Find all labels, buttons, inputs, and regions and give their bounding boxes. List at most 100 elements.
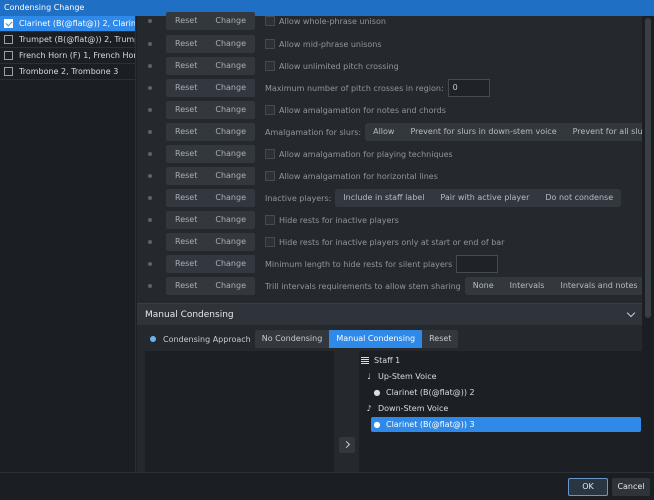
instrument-checkbox[interactable] <box>4 67 13 76</box>
ok-button[interactable]: OK <box>568 478 608 496</box>
row-indicator <box>148 42 152 46</box>
change-button[interactable]: Change <box>206 35 255 53</box>
tree-label: Up-Stem Voice <box>378 372 437 381</box>
approach-reset[interactable]: Reset <box>422 330 458 348</box>
reset-button[interactable]: Reset <box>166 145 206 163</box>
change-button[interactable]: Change <box>206 101 255 119</box>
reset-button[interactable]: Reset <box>166 35 206 53</box>
reset-button[interactable]: Reset <box>166 167 206 185</box>
option-row: Reset Change Hide rests for inactive play… <box>137 209 642 231</box>
scrollbar[interactable] <box>642 16 654 472</box>
reset-button[interactable]: Reset <box>166 123 206 141</box>
change-button[interactable]: Change <box>206 79 255 97</box>
row-indicator <box>148 152 152 156</box>
tree-down-voice[interactable]: ♪ Down-Stem Voice <box>365 401 448 416</box>
instrument-checkbox[interactable] <box>4 35 13 44</box>
instrument-checkbox[interactable] <box>4 51 13 60</box>
tree-up-voice[interactable]: ♩ Up-Stem Voice <box>365 369 437 384</box>
tree-staff[interactable]: Staff 1 <box>361 353 400 368</box>
reset-change-group: Reset Change <box>166 211 255 229</box>
chevron-down-icon[interactable] <box>626 308 636 318</box>
instrument-item[interactable]: Trombone 2, Trombone 3 <box>0 64 135 80</box>
change-button[interactable]: Change <box>206 233 255 251</box>
slur-option-prevent-down-stem[interactable]: Prevent for slurs in down-stem voice <box>402 123 564 141</box>
tree-up-player[interactable]: ● Clarinet (B(@flat@)) 2 <box>371 385 639 400</box>
max-pitch-crosses-input[interactable]: 0 <box>447 79 490 97</box>
change-button[interactable]: Change <box>206 189 255 207</box>
reset-change-group: Reset Change <box>166 277 255 295</box>
inactive-option-pair[interactable]: Pair with active player <box>432 189 537 207</box>
option-row: Reset Change Allow unlimited pitch crossi… <box>137 55 642 77</box>
slur-option-allow[interactable]: Allow <box>365 123 402 141</box>
change-button[interactable]: Change <box>206 12 255 30</box>
row-indicator <box>150 336 156 342</box>
reset-button[interactable]: Reset <box>166 101 206 119</box>
option-checkbox[interactable] <box>265 215 275 225</box>
reset-change-group: Reset Change <box>166 255 255 273</box>
inactive-option-include[interactable]: Include in staff label <box>335 189 432 207</box>
option-label: Inactive players: <box>265 193 332 203</box>
instrument-checkbox[interactable] <box>4 19 13 28</box>
trill-option-none[interactable]: None <box>465 277 502 295</box>
instrument-item[interactable]: Trumpet (B(@flat@)) 2, Trumpet ... <box>0 32 135 48</box>
instrument-label: Trombone 2, Trombone 3 <box>19 67 119 76</box>
reset-button[interactable]: Reset <box>166 57 206 75</box>
reset-change-group: Reset Change <box>166 35 255 53</box>
instrument-item[interactable]: Clarinet (B(@flat@)) 2, Clarinet ... <box>0 16 135 32</box>
trill-option-intervals[interactable]: Intervals <box>502 277 553 295</box>
option-checkbox[interactable] <box>265 171 275 181</box>
reset-button[interactable]: Reset <box>166 277 206 295</box>
option-label: Allow whole-phrase unison <box>279 16 386 26</box>
option-checkbox[interactable] <box>265 61 275 71</box>
reset-button[interactable]: Reset <box>166 189 206 207</box>
instrument-label: Trumpet (B(@flat@)) 2, Trumpet ... <box>19 35 135 44</box>
tree-down-player[interactable]: ● Clarinet (B(@flat@)) 3 <box>371 417 641 432</box>
inactive-option-no-condense[interactable]: Do not condense <box>537 189 621 207</box>
trill-intervals-selector: None Intervals Intervals and notes <box>464 277 646 295</box>
manual-condensing-header[interactable]: Manual Condensing <box>137 303 642 325</box>
scrollbar-thumb[interactable] <box>645 18 651 318</box>
change-button[interactable]: Change <box>206 123 255 141</box>
change-button[interactable]: Change <box>206 145 255 163</box>
option-checkbox[interactable] <box>265 149 275 159</box>
option-label: Amalgamation for slurs: <box>265 127 362 137</box>
reset-button[interactable]: Reset <box>166 79 206 97</box>
option-checkbox[interactable] <box>265 105 275 115</box>
option-row: Reset Change Allow amalgamation for horiz… <box>137 165 642 187</box>
instrument-label: French Horn (F) 1, French Horn (F) 2 <box>19 51 135 60</box>
reset-button[interactable]: Reset <box>166 12 206 30</box>
option-checkbox[interactable] <box>265 16 275 26</box>
change-button[interactable]: Change <box>206 255 255 273</box>
instrument-list: Clarinet (B(@flat@)) 2, Clarinet ... Tru… <box>0 16 136 472</box>
reset-button[interactable]: Reset <box>166 233 206 251</box>
row-indicator <box>148 108 152 112</box>
reset-button[interactable]: Reset <box>166 211 206 229</box>
option-row: Reset Change Allow whole-phrase unison <box>137 10 642 32</box>
change-button[interactable]: Change <box>206 211 255 229</box>
cancel-button[interactable]: Cancel <box>612 478 650 496</box>
row-indicator <box>148 64 152 68</box>
quarter-note-icon: ♩ <box>367 372 371 381</box>
reset-button[interactable]: Reset <box>166 255 206 273</box>
change-button[interactable]: Change <box>206 57 255 75</box>
change-button[interactable]: Change <box>206 277 255 295</box>
approach-label: Condensing Approach <box>163 334 251 344</box>
reset-change-group: Reset Change <box>166 57 255 75</box>
option-label: Minimum length to hide rests for silent … <box>265 259 453 269</box>
person-icon: ● <box>373 420 381 429</box>
move-right-button[interactable] <box>339 437 355 453</box>
row-indicator <box>148 86 152 90</box>
available-players-list[interactable] <box>145 351 334 472</box>
slur-option-prevent-all[interactable]: Prevent for all slurs <box>565 123 654 141</box>
change-button[interactable]: Change <box>206 167 255 185</box>
approach-selector: No Condensing Manual Condensing Reset <box>254 330 459 348</box>
option-checkbox[interactable] <box>265 39 275 49</box>
approach-manual-condensing[interactable]: Manual Condensing <box>329 330 423 348</box>
min-length-input[interactable] <box>456 255 499 273</box>
approach-no-condensing[interactable]: No Condensing <box>255 330 330 348</box>
row-indicator <box>148 284 152 288</box>
reset-change-group: Reset Change <box>166 145 255 163</box>
trill-option-intervals-notes[interactable]: Intervals and notes <box>552 277 645 295</box>
option-checkbox[interactable] <box>265 237 275 247</box>
instrument-item[interactable]: French Horn (F) 1, French Horn (F) 2 <box>0 48 135 64</box>
